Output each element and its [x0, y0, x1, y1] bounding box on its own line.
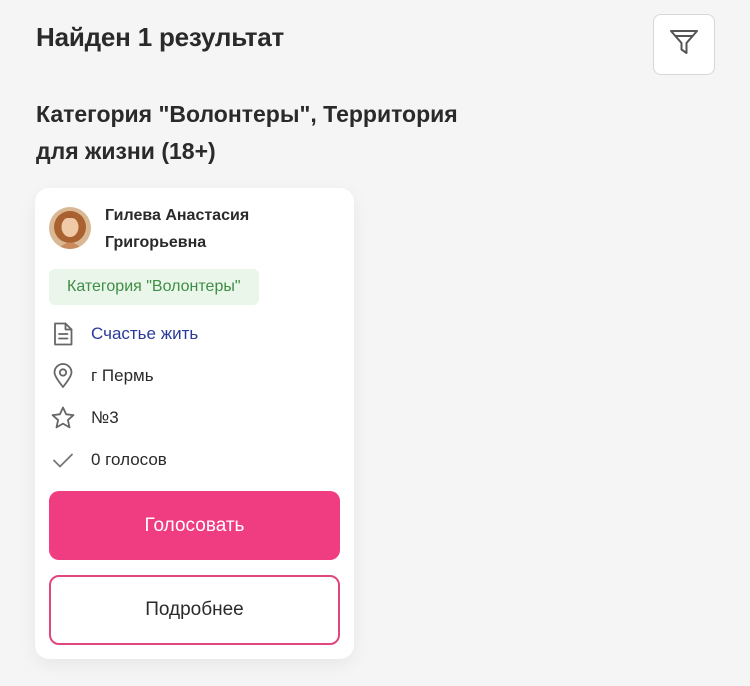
results-page: Найден 1 результат Категория "Волонтеры"…	[0, 0, 750, 686]
document-icon	[49, 320, 77, 348]
number-row: №3	[49, 403, 339, 433]
search-filter-summary: Категория "Волонтеры", Территория для жи…	[36, 101, 458, 164]
project-link[interactable]: Счастье жить	[91, 324, 198, 344]
avatar	[49, 207, 91, 249]
star-icon	[49, 404, 77, 432]
results-count-title: Найден 1 результат	[36, 22, 285, 52]
filter-funnel-icon	[667, 25, 701, 64]
checkmark-icon	[49, 446, 77, 474]
filter-button[interactable]	[653, 14, 715, 75]
vote-button[interactable]: Голосовать	[49, 491, 340, 560]
project-row: Счастье жить	[49, 319, 339, 349]
participant-card: Гилева Анастасия Григорьевна Категория "…	[35, 188, 354, 659]
city-text: г Пермь	[91, 366, 154, 385]
city-row: г Пермь	[49, 361, 339, 391]
participant-number: №3	[91, 408, 119, 427]
details-button[interactable]: Подробнее	[49, 575, 340, 645]
votes-count: 0 голосов	[91, 450, 167, 469]
location-pin-icon	[49, 362, 77, 390]
category-badge: Категория "Волонтеры"	[49, 269, 259, 305]
votes-row: 0 голосов	[49, 445, 339, 475]
author-name: Гилева Анастасия Григорьевна	[105, 207, 250, 251]
